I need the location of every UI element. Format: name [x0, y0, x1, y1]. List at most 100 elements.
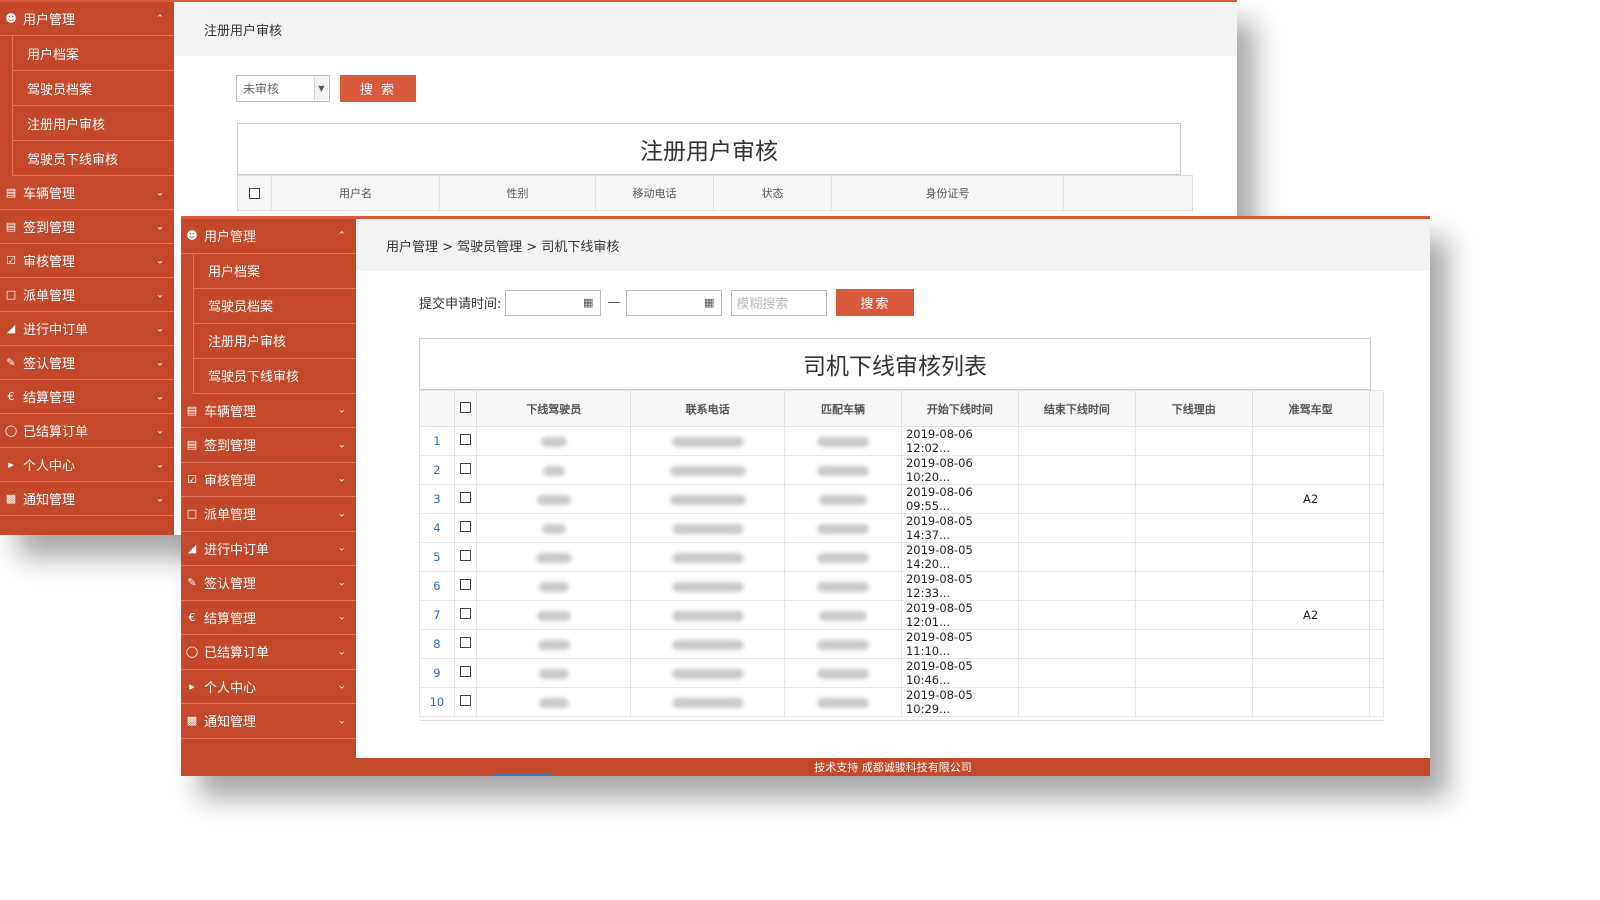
nav-menu-ongoing-orders[interactable]: ◢ 进行中订单 ⌄	[181, 532, 356, 566]
row-checkbox[interactable]	[460, 579, 472, 590]
nav-menu-dispatch[interactable]: □ 派单管理 ⌄	[181, 497, 356, 532]
row-checkbox[interactable]	[460, 463, 472, 474]
nav-sub-register-audit[interactable]: 注册用户审核	[12, 106, 174, 141]
search-button[interactable]: 搜索	[836, 289, 915, 316]
car-icon: ▤	[186, 403, 198, 417]
select-all-cell[interactable]	[453, 390, 478, 427]
start-time-cell: 2019-08-05 12:01...	[900, 600, 1019, 630]
money-icon: €	[188, 610, 196, 624]
nav-menu-user[interactable]: ☻ 用户管理 ⌃	[181, 219, 356, 254]
row-select-cell[interactable]	[453, 513, 478, 543]
row-checkbox[interactable]	[460, 695, 472, 706]
nav-menu-checkin[interactable]: ▤ 签到管理 ⌄	[0, 210, 174, 244]
nav-sub-driver-offline-audit[interactable]: 驾驶员下线审核	[193, 358, 356, 394]
chart-icon: ▩	[5, 492, 17, 505]
phone-cell	[630, 513, 786, 543]
nav-menu-dispatch[interactable]: □ 派单管理 ⌄	[0, 278, 174, 312]
nav-menu-personal[interactable]: ▸ 个人中心 ⌄	[181, 670, 356, 704]
nav-menu-notice[interactable]: ▩ 通知管理 ⌄	[0, 482, 174, 516]
filter-bar: 未审核 ▼ 搜 索	[236, 75, 416, 102]
nav-label: 签认管理	[23, 357, 76, 372]
nav-sub-label: 驾驶员下线审核	[208, 370, 300, 385]
row-checkbox[interactable]	[460, 434, 472, 445]
panel-title: 注册用户审核	[237, 123, 1181, 175]
footer-text: 技术支持 成都诚骏科技有限公司	[814, 761, 972, 774]
row-select-cell[interactable]	[453, 571, 478, 601]
chevron-down-icon: ⌄	[337, 611, 346, 623]
nav-menu-vehicle[interactable]: ▤ 车辆管理 ⌄	[181, 394, 356, 428]
nav-menu-personal[interactable]: ▸ 个人中心 ⌄	[0, 448, 174, 482]
row-checkbox[interactable]	[460, 550, 472, 561]
table-row[interactable]: 4 2019-08-05 14:37...	[419, 513, 1385, 543]
start-date-input[interactable]: ▦	[505, 289, 602, 316]
chevron-down-icon: ⌄	[155, 221, 164, 232]
table-row[interactable]: 7 2019-08-05 12:01... A2	[419, 600, 1385, 630]
reason-cell	[1134, 600, 1253, 630]
nav-menu-notice[interactable]: ▩ 通知管理 ⌄	[181, 704, 356, 739]
nav-menu-checkin[interactable]: ▤ 签到管理 ⌄	[181, 428, 356, 463]
select-all-checkbox[interactable]	[249, 187, 260, 199]
row-select-cell[interactable]	[453, 542, 478, 572]
nav-sub-register-audit[interactable]: 注册用户审核	[193, 323, 356, 359]
nav-menu-vehicle[interactable]: ▤ 车辆管理 ⌄	[0, 176, 174, 210]
calendar-icon[interactable]: ▦	[704, 296, 714, 309]
nav-menu-settlement[interactable]: € 结算管理 ⌄	[181, 601, 356, 635]
table-row[interactable]: 3 2019-08-06 09:55... A2	[419, 484, 1385, 514]
table-row[interactable]: 1 2019-08-06 12:02...	[419, 426, 1385, 456]
row-checkbox[interactable]	[460, 492, 472, 503]
nav-menu-settled-orders[interactable]: ◯ 已结算订单 ⌄	[0, 414, 174, 448]
nav-menu-settled-orders[interactable]: ◯ 已结算订单 ⌄	[181, 635, 356, 670]
calendar-icon[interactable]: ▦	[583, 296, 593, 309]
row-select-cell[interactable]	[453, 455, 478, 485]
table-row[interactable]: 6 2019-08-05 12:33...	[419, 571, 1385, 601]
row-checkbox[interactable]	[460, 666, 472, 677]
table-row[interactable]: 5 2019-08-05 14:20...	[419, 542, 1385, 572]
nav-sub-user-archive[interactable]: 用户档案	[193, 253, 356, 289]
end-date-input[interactable]: ▦	[626, 289, 723, 316]
nav-label: 通知管理	[204, 715, 257, 731]
vehicle-cell	[784, 513, 902, 543]
search-input[interactable]: 模糊搜索	[731, 289, 828, 316]
row-checkbox[interactable]	[460, 521, 472, 532]
end-time-cell	[1017, 513, 1136, 543]
nav-sub-user-archive[interactable]: 用户档案	[12, 36, 174, 71]
scroll-cell	[1368, 484, 1385, 514]
nav-label: 已结算订单	[23, 425, 89, 440]
nav-menu-user[interactable]: ☻ 用户管理 ⌃	[0, 2, 174, 36]
status-select[interactable]: 未审核 ▼	[236, 75, 330, 102]
dispatch-icon: □	[186, 507, 198, 521]
row-checkbox[interactable]	[460, 637, 472, 648]
end-time-cell	[1017, 629, 1136, 659]
nav-menu-ongoing-orders[interactable]: ◢ 进行中订单 ⌄	[0, 312, 174, 346]
settled-icon: ◯	[185, 645, 199, 659]
driver-cell	[476, 658, 632, 688]
row-select-cell[interactable]	[453, 687, 478, 717]
table-row[interactable]: 8 2019-08-05 11:10...	[419, 629, 1385, 659]
nav-menu-audit[interactable]: ☑ 审核管理 ⌄	[181, 463, 356, 497]
row-select-cell[interactable]	[453, 426, 478, 456]
row-select-cell[interactable]	[453, 484, 478, 514]
row-select-cell[interactable]	[453, 600, 478, 630]
table-row[interactable]: 10 2019-08-05 10:29...	[419, 687, 1385, 717]
nav-menu-sign-confirm[interactable]: ✎ 签认管理 ⌄	[181, 566, 356, 601]
chevron-down-icon: ⌄	[155, 187, 164, 198]
column-header: 下线驾驶员	[476, 390, 632, 427]
nav-menu-audit[interactable]: ☑ 审核管理 ⌄	[0, 244, 174, 278]
select-all-checkbox[interactable]	[460, 401, 472, 413]
driver-cell	[476, 513, 632, 543]
table-row[interactable]: 9 2019-08-05 10:46...	[419, 658, 1385, 688]
nav-label: 车辆管理	[204, 404, 257, 420]
nav-sub-driver-archive[interactable]: 驾驶员档案	[193, 288, 356, 324]
select-all-cell[interactable]	[238, 176, 272, 210]
nav-sub-driver-archive[interactable]: 驾驶员档案	[12, 71, 174, 106]
start-time-cell: 2019-08-06 10:20...	[900, 455, 1019, 485]
row-select-cell[interactable]	[453, 658, 478, 688]
row-select-cell[interactable]	[453, 629, 478, 659]
nav-sub-driver-offline-audit[interactable]: 驾驶员下线审核	[12, 141, 174, 176]
table-row[interactable]: 2 2019-08-06 10:20...	[419, 455, 1385, 485]
nav-menu-settlement[interactable]: € 结算管理 ⌄	[0, 380, 174, 414]
search-button[interactable]: 搜 索	[340, 75, 416, 102]
license-cell: A2	[1251, 484, 1370, 514]
nav-menu-sign-confirm[interactable]: ✎ 签认管理 ⌄	[0, 346, 174, 380]
row-checkbox[interactable]	[460, 608, 472, 619]
